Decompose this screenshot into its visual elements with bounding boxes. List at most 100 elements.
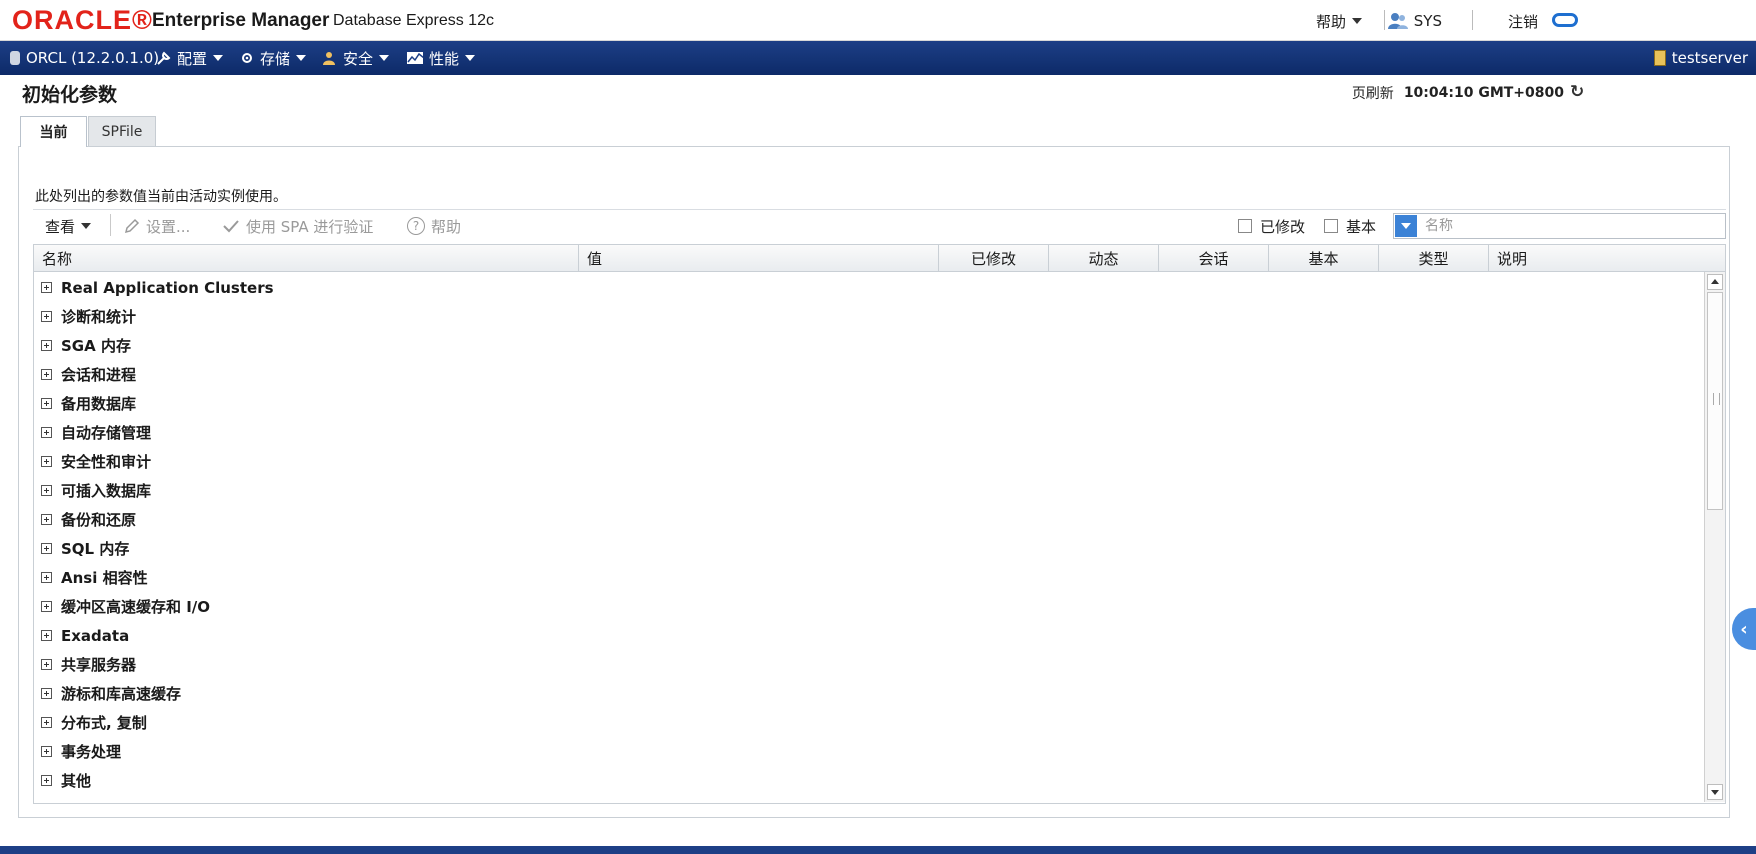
expand-icon[interactable]	[41, 543, 52, 554]
table-row[interactable]: 事务处理	[34, 737, 1704, 766]
expand-icon[interactable]	[41, 398, 52, 409]
help-circle-icon: ?	[407, 217, 425, 235]
help-button[interactable]: ? 帮助	[407, 214, 461, 238]
table-row[interactable]: 共享服务器	[34, 650, 1704, 679]
nav-performance-menu[interactable]: 性能	[405, 41, 476, 75]
checkmark-icon	[223, 220, 239, 233]
category-label: 事务处理	[61, 743, 122, 761]
tab-spfile[interactable]: SPFile	[88, 116, 156, 146]
table-row[interactable]: 分布式, 复制	[34, 708, 1704, 737]
basic-filter[interactable]: 基本	[1324, 214, 1376, 238]
expand-icon[interactable]	[41, 630, 52, 641]
wrench-icon	[157, 51, 171, 65]
nav-database[interactable]: ORCL (12.2.0.1.0)	[10, 41, 159, 75]
table-row[interactable]: SQL 内存	[34, 534, 1704, 563]
basic-checkbox[interactable]	[1324, 219, 1338, 233]
validate-spa-button[interactable]: 使用 SPA 进行验证	[222, 214, 373, 238]
expand-icon[interactable]	[41, 427, 52, 438]
scroll-down-icon[interactable]	[1707, 784, 1723, 800]
category-label: 可插入数据库	[61, 482, 152, 500]
table-row[interactable]: 备份和还原	[34, 505, 1704, 534]
user-icon	[1387, 13, 1408, 29]
category-label: 其他	[61, 772, 92, 790]
set-button-label: 设置...	[146, 217, 191, 236]
expand-icon[interactable]	[41, 659, 52, 670]
category-label: SGA 内存	[61, 337, 131, 355]
product-subtitle: Database Express 12c	[333, 12, 494, 29]
chevron-down-icon	[1401, 223, 1411, 229]
modified-filter[interactable]: 已修改	[1238, 214, 1305, 238]
column-header-name[interactable]: 名称	[34, 245, 579, 271]
user-name: SYS	[1413, 12, 1442, 30]
expand-icon[interactable]	[41, 601, 52, 612]
column-header-description[interactable]: 说明	[1489, 245, 1725, 271]
expand-icon[interactable]	[41, 514, 52, 525]
nav-security-menu[interactable]: 安全	[323, 41, 390, 75]
expand-icon[interactable]	[41, 311, 52, 322]
column-header-value[interactable]: 值	[579, 245, 939, 271]
table-row[interactable]: 自动存储管理	[34, 418, 1704, 447]
scroll-up-icon[interactable]	[1707, 274, 1723, 290]
expand-icon[interactable]	[41, 746, 52, 757]
user-menu[interactable]: SYS	[1387, 11, 1442, 31]
divider	[1472, 10, 1473, 30]
table-row[interactable]: 会话和进程	[34, 360, 1704, 389]
view-menu[interactable]: 查看	[45, 214, 92, 238]
nav-server[interactable]: testserver	[1653, 41, 1748, 75]
nav-config-menu[interactable]: 配置	[157, 41, 224, 75]
table-row[interactable]: 备用数据库	[34, 389, 1704, 418]
top-header: ORACLE® Enterprise Manager Database Expr…	[0, 0, 1756, 41]
expand-icon[interactable]	[41, 717, 52, 728]
help-menu[interactable]: 帮助	[1316, 11, 1362, 31]
modified-checkbox[interactable]	[1238, 219, 1252, 233]
expand-icon[interactable]	[41, 369, 52, 380]
vertical-scrollbar[interactable]	[1704, 272, 1725, 802]
table-row[interactable]: 其他	[34, 766, 1704, 795]
description-text: 此处列出的参数值当前由活动实例使用。	[35, 189, 287, 205]
category-label: Real Application Clusters	[61, 278, 274, 297]
column-header-basic[interactable]: 基本	[1269, 245, 1379, 271]
refresh-icon[interactable]: ↻	[1570, 84, 1586, 101]
expand-icon[interactable]	[41, 485, 52, 496]
set-button[interactable]: 设置...	[124, 214, 190, 238]
category-label: Exadata	[61, 626, 130, 645]
table-row[interactable]: Real Application Clusters	[34, 273, 1704, 302]
category-label: SQL 内存	[61, 540, 130, 558]
table-row[interactable]: 诊断和统计	[34, 302, 1704, 331]
expand-icon[interactable]	[41, 340, 52, 351]
table-row[interactable]: Ansi 相容性	[34, 563, 1704, 592]
category-label: 共享服务器	[61, 656, 137, 674]
chevron-down-icon	[296, 55, 307, 61]
category-label: 自动存储管理	[61, 424, 152, 442]
filter-dropdown-button[interactable]	[1395, 215, 1417, 237]
chevron-down-icon	[379, 55, 390, 61]
oracle-logo: ORACLE®	[12, 5, 153, 35]
expand-icon[interactable]	[41, 688, 52, 699]
table-row[interactable]: 安全性和审计	[34, 447, 1704, 476]
nav-server-label: testserver	[1671, 49, 1748, 67]
chevron-down-icon	[81, 223, 92, 229]
table-row[interactable]: 可插入数据库	[34, 476, 1704, 505]
nav-storage-menu[interactable]: 存储	[240, 41, 307, 75]
main-navbar: ORCL (12.2.0.1.0) 配置 存储 安全 性能 testserver	[0, 41, 1756, 75]
column-header-type[interactable]: 类型	[1379, 245, 1489, 271]
table-row[interactable]: 游标和库高速缓存	[34, 679, 1704, 708]
expand-icon[interactable]	[41, 775, 52, 786]
expand-icon[interactable]	[41, 572, 52, 583]
parameter-table: Real Application Clusters 诊断和统计 SGA 内存 会…	[33, 272, 1726, 804]
logout-link[interactable]: 注销	[1508, 11, 1538, 31]
column-header-modified[interactable]: 已修改	[939, 245, 1049, 271]
table-row[interactable]: SGA 内存	[34, 331, 1704, 360]
scrollbar-thumb[interactable]	[1707, 292, 1723, 510]
name-filter-input[interactable]	[1423, 214, 1717, 238]
chevron-left-icon: ‹	[1740, 618, 1748, 640]
table-row[interactable]: 缓冲区高速缓存和 I/O	[34, 592, 1704, 621]
expand-icon[interactable]	[41, 456, 52, 467]
column-header-dynamic[interactable]: 动态	[1049, 245, 1159, 271]
expand-icon[interactable]	[41, 282, 52, 293]
tab-current[interactable]: 当前	[20, 116, 87, 147]
column-header-session[interactable]: 会话	[1159, 245, 1269, 271]
category-label: 安全性和审计	[61, 453, 152, 471]
collapse-panel-button[interactable]: ‹	[1732, 608, 1756, 650]
table-row[interactable]: Exadata	[34, 621, 1704, 650]
